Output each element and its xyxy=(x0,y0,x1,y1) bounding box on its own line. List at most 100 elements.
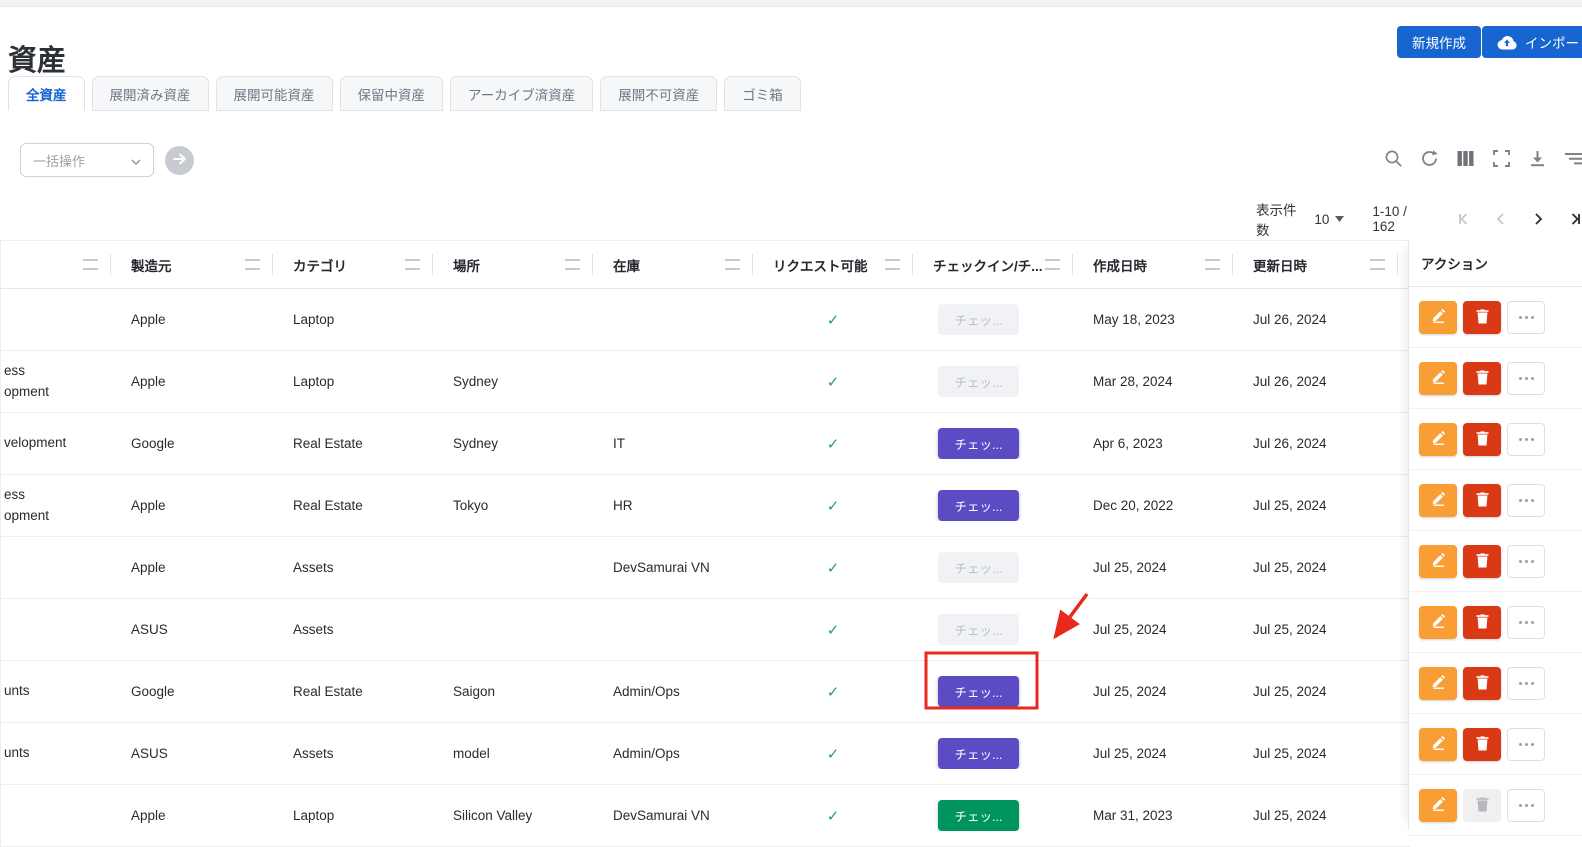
column-menu-icon[interactable] xyxy=(725,259,740,270)
updated-date-cell: Jul 25, 2024 xyxy=(1233,808,1398,823)
edit-button[interactable] xyxy=(1419,362,1457,395)
column-header-5: リクエスト可能 xyxy=(753,241,913,288)
edit-button[interactable] xyxy=(1419,606,1457,639)
import-label: インポート xyxy=(1525,32,1582,52)
per-page-value: 10 xyxy=(1314,212,1329,227)
edit-button[interactable] xyxy=(1419,667,1457,700)
delete-button[interactable] xyxy=(1463,606,1501,639)
table-row: AppleLaptop✓チェッ...May 18, 2023Jul 26, 20… xyxy=(1,289,1410,351)
fullscreen-icon[interactable] xyxy=(1492,149,1511,168)
columns-icon[interactable] xyxy=(1456,149,1475,168)
checkin-cell: チェッ... xyxy=(913,490,1073,521)
column-menu-icon[interactable] xyxy=(405,259,420,270)
edit-button[interactable] xyxy=(1419,728,1457,761)
manufacturer-cell: Apple xyxy=(111,808,273,823)
more-actions-button[interactable] xyxy=(1507,789,1545,822)
more-actions-button[interactable] xyxy=(1507,667,1545,700)
create-new-label: 新規作成 xyxy=(1412,32,1466,52)
asset-name-cell: velopment xyxy=(1,433,111,454)
checkin-button[interactable]: チェッ... xyxy=(938,738,1019,769)
tab-undeployable[interactable]: 展開不可資産 xyxy=(600,76,717,111)
more-actions-button[interactable] xyxy=(1507,301,1545,334)
checkin-button[interactable]: チェッ... xyxy=(938,800,1019,831)
cloud-upload-icon xyxy=(1497,34,1517,50)
next-page-icon[interactable] xyxy=(1530,212,1545,227)
table-header-row: 製造元カテゴリ場所在庫リクエスト可能チェックイン/チ...作成日時更新日時 xyxy=(1,241,1410,289)
updated-date-cell: Jul 26, 2024 xyxy=(1233,374,1398,389)
column-menu-icon[interactable] xyxy=(565,259,580,270)
more-actions-button[interactable] xyxy=(1507,545,1545,578)
category-cell: Real Estate xyxy=(273,684,433,699)
column-menu-icon[interactable] xyxy=(83,259,98,270)
column-label: 作成日時 xyxy=(1093,255,1147,275)
requestable-cell: ✓ xyxy=(753,435,913,453)
tab-pending[interactable]: 保留中資産 xyxy=(340,76,444,111)
delete-button[interactable] xyxy=(1463,545,1501,578)
edit-button[interactable] xyxy=(1419,789,1457,822)
action-row xyxy=(1409,531,1582,592)
updated-date-cell: Jul 25, 2024 xyxy=(1233,746,1398,761)
stock-cell: HR xyxy=(593,498,753,513)
category-cell: Real Estate xyxy=(273,436,433,451)
refresh-icon[interactable] xyxy=(1420,149,1439,168)
import-button[interactable]: インポート xyxy=(1482,26,1582,58)
delete-button[interactable] xyxy=(1463,301,1501,334)
table-toolbar xyxy=(1384,149,1582,168)
edit-button[interactable] xyxy=(1419,423,1457,456)
delete-button[interactable] xyxy=(1463,667,1501,700)
column-menu-icon[interactable] xyxy=(1370,259,1385,270)
download-icon[interactable] xyxy=(1528,149,1547,168)
checkin-cell: チェッ... xyxy=(913,800,1073,831)
more-actions-button[interactable] xyxy=(1507,362,1545,395)
create-new-button[interactable]: 新規作成 xyxy=(1397,26,1481,58)
delete-button xyxy=(1463,789,1501,822)
per-page-select[interactable]: 10 xyxy=(1314,212,1344,227)
asset-name-cell: ess opment xyxy=(1,485,111,527)
column-header-7: 作成日時 xyxy=(1073,241,1233,288)
column-menu-icon[interactable] xyxy=(1045,259,1060,270)
first-page-icon[interactable] xyxy=(1456,212,1471,227)
pencil-icon xyxy=(1430,368,1447,388)
column-label: カテゴリ xyxy=(293,255,347,275)
tab-archived[interactable]: アーカイブ済資産 xyxy=(450,76,593,111)
column-header-0 xyxy=(1,241,111,288)
tab-deployed[interactable]: 展開済み資産 xyxy=(92,76,209,111)
more-actions-button[interactable] xyxy=(1507,484,1545,517)
delete-button[interactable] xyxy=(1463,728,1501,761)
pencil-icon xyxy=(1430,673,1447,693)
tab-trash[interactable]: ゴミ箱 xyxy=(724,76,801,111)
checkin-button[interactable]: チェッ... xyxy=(938,490,1019,521)
bulk-action-select[interactable]: 一括操作 xyxy=(20,143,154,177)
delete-button[interactable] xyxy=(1463,423,1501,456)
created-date-cell: May 18, 2023 xyxy=(1073,312,1233,327)
tab-all[interactable]: 全資産 xyxy=(8,76,85,111)
column-menu-icon[interactable] xyxy=(885,259,900,270)
updated-date-cell: Jul 25, 2024 xyxy=(1233,622,1398,637)
category-cell: Real Estate xyxy=(273,498,433,513)
created-date-cell: Mar 28, 2024 xyxy=(1073,374,1233,389)
requestable-cell: ✓ xyxy=(753,745,913,763)
last-page-icon[interactable] xyxy=(1567,212,1582,227)
edit-button[interactable] xyxy=(1419,545,1457,578)
delete-button[interactable] xyxy=(1463,484,1501,517)
trash-icon xyxy=(1475,491,1490,510)
edit-button[interactable] xyxy=(1419,484,1457,517)
column-label: リクエスト可能 xyxy=(773,255,868,275)
more-actions-button[interactable] xyxy=(1507,728,1545,761)
bulk-apply-button[interactable] xyxy=(165,146,194,175)
checkin-button[interactable]: チェッ... xyxy=(938,428,1019,459)
more-actions-button[interactable] xyxy=(1507,423,1545,456)
column-menu-icon[interactable] xyxy=(245,259,260,270)
checkin-button[interactable]: チェッ... xyxy=(938,676,1019,707)
checkin-cell: チェッ... xyxy=(913,552,1073,583)
filter-icon[interactable] xyxy=(1564,149,1582,168)
delete-button[interactable] xyxy=(1463,362,1501,395)
prev-page-icon[interactable] xyxy=(1493,212,1508,227)
edit-button[interactable] xyxy=(1419,301,1457,334)
column-menu-icon[interactable] xyxy=(1205,259,1220,270)
more-actions-button[interactable] xyxy=(1507,606,1545,639)
tab-deployable[interactable]: 展開可能資産 xyxy=(216,76,333,111)
search-icon[interactable] xyxy=(1384,149,1403,168)
column-label: 場所 xyxy=(453,255,480,275)
pencil-icon xyxy=(1430,612,1447,632)
